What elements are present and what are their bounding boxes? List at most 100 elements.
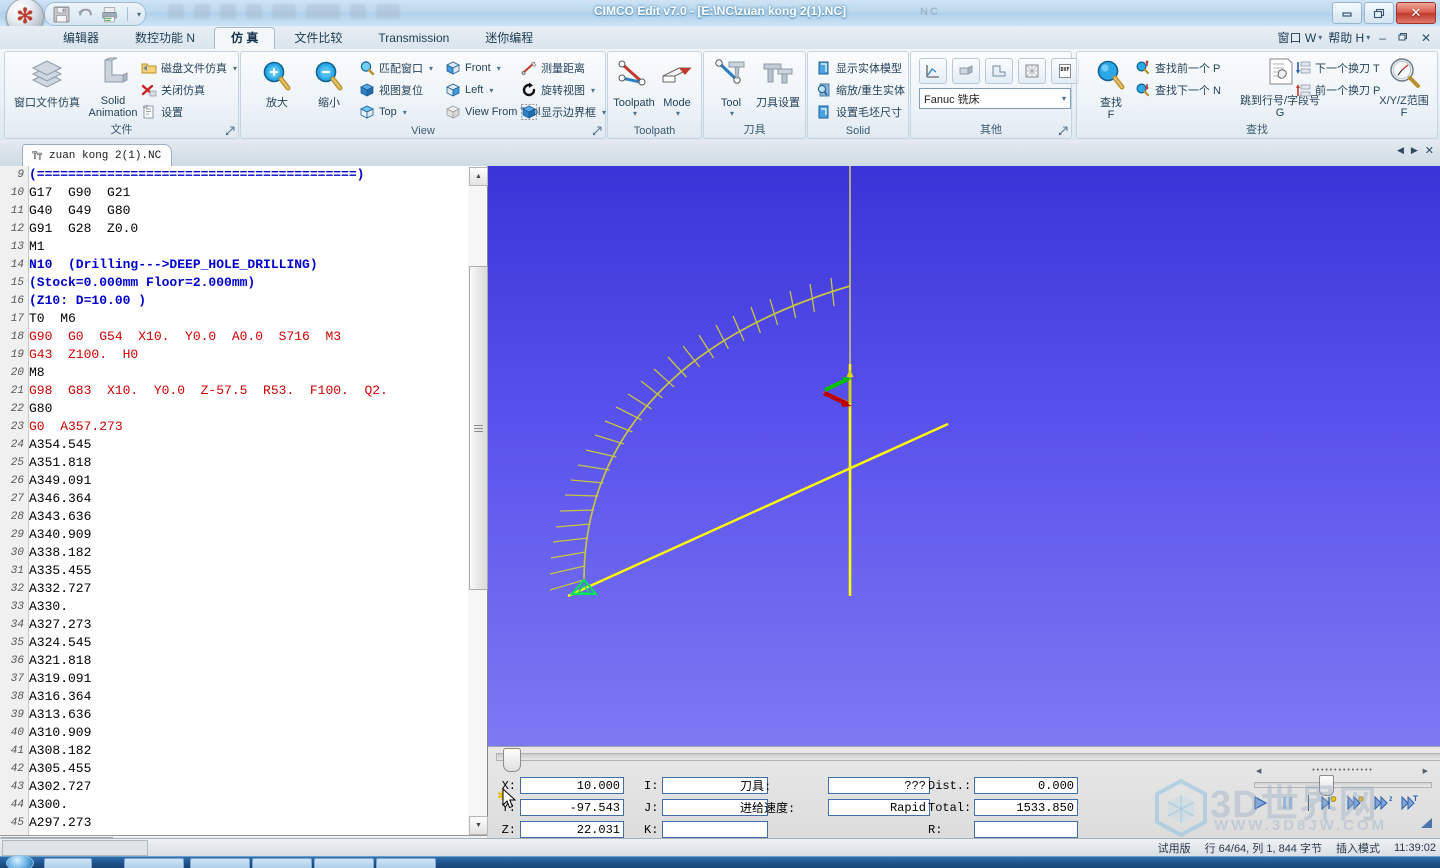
menu-help[interactable]: 帮助 H ▾ <box>1328 29 1370 46</box>
field-x-value[interactable]: 10.000 <box>520 777 624 794</box>
code-line[interactable]: A313.636 <box>29 706 468 724</box>
machine-select[interactable]: Fanuc 铣床 ▾ <box>919 88 1071 109</box>
rotate-view-item[interactable]: 旋转视图 ▾ <box>521 82 595 98</box>
code-line[interactable]: A310.909 <box>29 724 468 742</box>
speed-slider-thumb[interactable] <box>1319 775 1334 796</box>
code-line[interactable]: A327.273 <box>29 616 468 634</box>
fit-window-item[interactable]: 匹配窗口 ▾ <box>359 60 433 76</box>
solid-animation-button[interactable]: Solid Animation <box>83 56 143 119</box>
resize-grip-icon[interactable] <box>1418 817 1434 829</box>
disk-file-sim-item[interactable]: 磁盘文件仿真 ▾ <box>141 60 237 76</box>
set-stock-size-item[interactable]: 设置毛坯尺寸 <box>816 104 902 120</box>
find-next-item[interactable]: 查找下一个 N <box>1135 82 1221 98</box>
next-tool-change-item[interactable]: 下一个换刀 T <box>1295 60 1380 76</box>
field-k-value[interactable] <box>662 821 768 838</box>
menu-window[interactable]: 窗口 W ▾ <box>1278 29 1323 46</box>
left-view-item[interactable]: Left ▾ <box>445 82 493 98</box>
code-line[interactable]: A330. <box>29 598 468 616</box>
simulation-progress-thumb[interactable] <box>503 748 521 772</box>
field-y-value[interactable]: -97.543 <box>520 799 624 816</box>
show-bounding-box-item[interactable]: 显示边界框 ▾ <box>521 104 606 120</box>
step-z-button[interactable]: Z <box>1374 795 1392 811</box>
code-line[interactable]: A300. <box>29 796 468 814</box>
close-sim-item[interactable]: 关闭仿真 <box>141 82 205 98</box>
field-total-value[interactable]: 1533.850 <box>974 799 1078 816</box>
code-line[interactable]: A308.182 <box>29 742 468 760</box>
dxf-icon-button[interactable]: DXF <box>1051 58 1079 84</box>
next-document-button[interactable]: ▶ <box>1411 145 1418 156</box>
code-text-area[interactable]: (=======================================… <box>29 166 468 835</box>
code-line[interactable]: A335.455 <box>29 562 468 580</box>
code-line[interactable]: (=======================================… <box>29 166 468 184</box>
undo-icon[interactable] <box>77 6 94 23</box>
code-line[interactable]: A340.909 <box>29 526 468 544</box>
code-line[interactable]: A297.273 <box>29 814 468 832</box>
tab-nc-functions[interactable]: 数控功能 N <box>118 27 212 49</box>
close-document-button[interactable]: ✕ <box>1425 144 1434 157</box>
zoom-regen-solid-item[interactable]: 缩放/重生实体 <box>816 82 905 98</box>
prev-tool-change-item[interactable]: 前一个换刀 P <box>1295 82 1380 98</box>
code-line[interactable]: A305.455 <box>29 760 468 778</box>
code-line[interactable]: G17 G90 G21 <box>29 184 468 202</box>
dialog-launcher-icon[interactable] <box>1058 126 1068 136</box>
mesh-icon-button[interactable] <box>1018 58 1046 84</box>
minimize-button[interactable] <box>1332 2 1362 24</box>
scroll-down-button[interactable]: ▼ <box>469 816 488 835</box>
pause-button[interactable] <box>1279 795 1297 811</box>
tab-simulation[interactable]: 仿 真 <box>214 27 276 49</box>
code-line[interactable]: M1 <box>29 238 468 256</box>
field-tool-value[interactable]: ??? <box>828 777 930 794</box>
qat-more-button[interactable]: ▾ <box>137 10 141 19</box>
taskbar-item[interactable] <box>376 858 436 868</box>
speed-slider[interactable] <box>1254 775 1432 796</box>
mdi-minimize-button[interactable]: – <box>1376 31 1389 45</box>
start-button[interactable] <box>6 855 34 868</box>
tool-settings-button[interactable]: 刀具设置 <box>754 58 802 109</box>
nc-code-editor[interactable]: 9 10 11 12 13 14 15 16 17 18 19 20 21 22 23 24 25 26 27 28 2… <box>0 166 469 835</box>
mdi-close-button[interactable]: ✕ <box>1418 31 1434 45</box>
front-view-item[interactable]: Front ▾ <box>445 60 501 76</box>
reset-view-item[interactable]: 视图复位 <box>359 82 423 98</box>
plot-icon-button[interactable] <box>919 58 947 84</box>
code-line[interactable]: M8 <box>29 364 468 382</box>
simulation-viewport[interactable] <box>488 166 1440 746</box>
code-line[interactable]: A349.091 <box>29 472 468 490</box>
code-line[interactable]: N10 (Drilling--->DEEP_HOLE_DRILLING) <box>29 256 468 274</box>
play-button[interactable] <box>1252 795 1270 811</box>
tool-button[interactable]: Tool ▾ <box>708 58 754 118</box>
code-line[interactable]: A332.727 <box>29 580 468 598</box>
code-line[interactable]: A316.364 <box>29 688 468 706</box>
code-line[interactable]: A346.364 <box>29 490 468 508</box>
taskbar-item[interactable] <box>252 858 312 868</box>
save-icon[interactable] <box>53 6 70 23</box>
code-line[interactable]: (Z10: D=10.00 ) <box>29 292 468 310</box>
render-icon-button[interactable] <box>952 58 980 84</box>
editor-vertical-scrollbar[interactable]: ▲ ▼ <box>468 166 488 835</box>
code-line[interactable]: A351.818 <box>29 454 468 472</box>
measure-distance-item[interactable]: 测量距离 <box>521 60 585 76</box>
code-line[interactable]: A321.818 <box>29 652 468 670</box>
restore-button[interactable] <box>1364 2 1394 24</box>
taskbar-item[interactable] <box>190 858 250 868</box>
field-z-value[interactable]: 22.031 <box>520 821 624 838</box>
document-tab[interactable]: zuan kong 2(1).NC <box>22 144 173 167</box>
tab-transmission[interactable]: Transmission <box>361 27 466 49</box>
toolpath-button[interactable]: Toolpath ▾ <box>612 58 656 118</box>
code-line[interactable]: G91 G28 Z0.0 <box>29 220 468 238</box>
top-view-item[interactable]: Top ▾ <box>359 104 407 120</box>
code-line[interactable]: G40 G49 G80 <box>29 202 468 220</box>
zoom-in-button[interactable]: 放大 <box>251 58 303 109</box>
taskbar-item[interactable] <box>124 858 184 868</box>
step-block-button[interactable] <box>1320 795 1338 811</box>
field-dist-value[interactable]: 0.000 <box>974 777 1078 794</box>
code-line[interactable]: G98 G83 X10. Y0.0 Z-57.5 R53. F100. Q2. <box>29 382 468 400</box>
scroll-up-button[interactable]: ▲ <box>469 167 488 186</box>
code-line[interactable]: A354.545 <box>29 436 468 454</box>
code-line[interactable]: A319.091 <box>29 670 468 688</box>
print-icon[interactable] <box>101 6 118 23</box>
profile-icon-button[interactable] <box>985 58 1013 84</box>
tab-editor[interactable]: 编辑器 <box>46 27 116 49</box>
xyz-range-button[interactable]: X/Y/Z范围 F <box>1377 56 1431 119</box>
code-line[interactable]: G80 <box>29 400 468 418</box>
tab-mini-program[interactable]: 迷你编程 <box>468 27 550 49</box>
